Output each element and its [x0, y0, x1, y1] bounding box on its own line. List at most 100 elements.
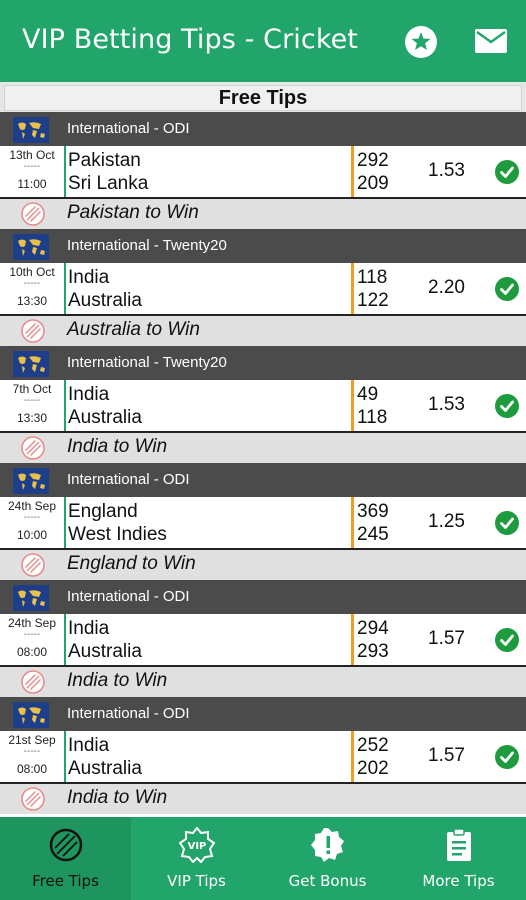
- check-circle-icon: [495, 511, 519, 535]
- scores: 292 209: [357, 149, 389, 195]
- league-header: International - ODI: [0, 580, 526, 614]
- match-date: 21st Sep ----- 08:00: [0, 734, 64, 776]
- date-separator: -----: [23, 746, 41, 757]
- vip-badge-icon: VIP: [179, 827, 215, 863]
- orange-divider: [351, 731, 354, 782]
- cricket-ball-icon: [21, 319, 45, 343]
- date-text: 21st Sep: [8, 733, 56, 747]
- tip-card[interactable]: International - ODI 21st Sep ----- 08:00…: [0, 697, 526, 814]
- date-separator: -----: [23, 512, 41, 523]
- check-circle-icon: [495, 394, 519, 418]
- world-map-icon: [13, 234, 49, 260]
- nav-vip-tips[interactable]: VIP VIP Tips: [131, 817, 262, 900]
- orange-divider: [351, 146, 354, 197]
- match-row[interactable]: 7th Oct ----- 13:30 India Australia 49 1…: [0, 380, 526, 433]
- nav-free-tips[interactable]: Free Tips: [0, 817, 131, 900]
- match-row[interactable]: 24th Sep ----- 10:00 England West Indies…: [0, 497, 526, 550]
- green-divider: [64, 497, 66, 548]
- scores: 369 245: [357, 500, 389, 546]
- tip-text: India to Win: [67, 670, 168, 691]
- match-row[interactable]: 24th Sep ----- 08:00 India Australia 294…: [0, 614, 526, 667]
- cricket-ball-icon: [21, 436, 45, 460]
- match-row[interactable]: 13th Oct ----- 11:00 Pakistan Sri Lanka …: [0, 146, 526, 199]
- score-1: 369: [357, 501, 389, 522]
- nav-more-tips[interactable]: More Tips: [393, 817, 524, 900]
- team-2: West Indies: [68, 524, 167, 545]
- tip-card[interactable]: International - ODI 24th Sep ----- 10:00…: [0, 463, 526, 580]
- scores: 118 122: [357, 266, 389, 312]
- date-separator: -----: [23, 161, 41, 172]
- cricket-ball-icon: [21, 787, 45, 811]
- app-title: VIP Betting Tips - Cricket: [22, 24, 358, 55]
- nav-label: Free Tips: [32, 872, 99, 890]
- team-1: India: [68, 618, 110, 639]
- tip-text: England to Win: [67, 553, 196, 574]
- check-circle-icon: [495, 745, 519, 769]
- team-1: England: [68, 501, 138, 522]
- date-text: 7th Oct: [12, 382, 52, 396]
- odds: 1.53: [428, 160, 465, 181]
- team-2: Australia: [68, 641, 142, 662]
- world-map-icon: [13, 468, 49, 494]
- orange-divider: [351, 380, 354, 431]
- tip-card[interactable]: International - ODI 13th Oct ----- 11:00…: [0, 112, 526, 229]
- date-separator: -----: [23, 278, 41, 289]
- teams: England West Indies: [68, 500, 167, 546]
- league-name: International - ODI: [67, 120, 190, 137]
- cricket-ball-icon: [21, 670, 45, 694]
- date-text: 13th Oct: [9, 148, 55, 162]
- tip-row: Pakistan to Win: [0, 199, 526, 229]
- nav-label: More Tips: [422, 872, 495, 890]
- check-circle-icon: [495, 628, 519, 652]
- match-date: 13th Oct ----- 11:00: [0, 149, 64, 191]
- score-2: 118: [357, 407, 388, 428]
- nav-get-bonus[interactable]: Get Bonus: [262, 817, 393, 900]
- green-divider: [64, 731, 66, 782]
- tips-list[interactable]: International - ODI 13th Oct ----- 11:00…: [0, 112, 526, 817]
- match-date: 24th Sep ----- 08:00: [0, 617, 64, 659]
- tip-row: England to Win: [0, 550, 526, 580]
- score-2: 245: [357, 524, 389, 545]
- odds: 1.53: [428, 394, 465, 415]
- tip-card[interactable]: International - Twenty20 10th Oct ----- …: [0, 229, 526, 346]
- time-text: 11:00: [17, 177, 47, 191]
- star-icon[interactable]: [404, 25, 438, 59]
- check-circle-icon: [495, 277, 519, 301]
- green-divider: [64, 146, 66, 197]
- league-name: International - ODI: [67, 471, 190, 488]
- section-title: Free Tips: [4, 85, 522, 111]
- score-1: 294: [357, 618, 389, 639]
- check-circle-icon: [495, 160, 519, 184]
- tip-text: Australia to Win: [67, 319, 200, 340]
- tip-row: India to Win: [0, 667, 526, 697]
- tip-text: India to Win: [67, 787, 168, 808]
- date-text: 24th Sep: [7, 616, 57, 630]
- team-1: India: [68, 384, 110, 405]
- green-divider: [64, 263, 66, 314]
- league-name: International - ODI: [67, 588, 190, 605]
- league-name: International - Twenty20: [67, 237, 227, 254]
- tip-card[interactable]: International - ODI 24th Sep ----- 08:00…: [0, 580, 526, 697]
- league-header: International - Twenty20: [0, 229, 526, 263]
- world-map-icon: [13, 702, 49, 728]
- scores: 49 118: [357, 383, 387, 429]
- match-row[interactable]: 21st Sep ----- 08:00 India Australia 252…: [0, 731, 526, 784]
- tip-row: Australia to Win: [0, 316, 526, 346]
- mail-icon[interactable]: [474, 28, 508, 54]
- teams: Pakistan Sri Lanka: [68, 149, 148, 195]
- green-divider: [64, 380, 66, 431]
- tip-card[interactable]: International - Twenty20 7th Oct ----- 1…: [0, 346, 526, 463]
- orange-divider: [351, 614, 354, 665]
- league-name: International - ODI: [67, 705, 190, 722]
- teams: India Australia: [68, 266, 142, 312]
- odds: 2.20: [428, 277, 465, 298]
- date-separator: -----: [23, 629, 41, 640]
- nav-label: Get Bonus: [288, 872, 367, 890]
- clipboard-icon: [447, 828, 471, 861]
- score-1: 49: [357, 384, 379, 405]
- green-divider: [64, 614, 66, 665]
- league-header: International - ODI: [0, 697, 526, 731]
- tip-row: India to Win: [0, 784, 526, 814]
- match-row[interactable]: 10th Oct ----- 13:30 India Australia 118…: [0, 263, 526, 316]
- score-2: 122: [357, 290, 389, 311]
